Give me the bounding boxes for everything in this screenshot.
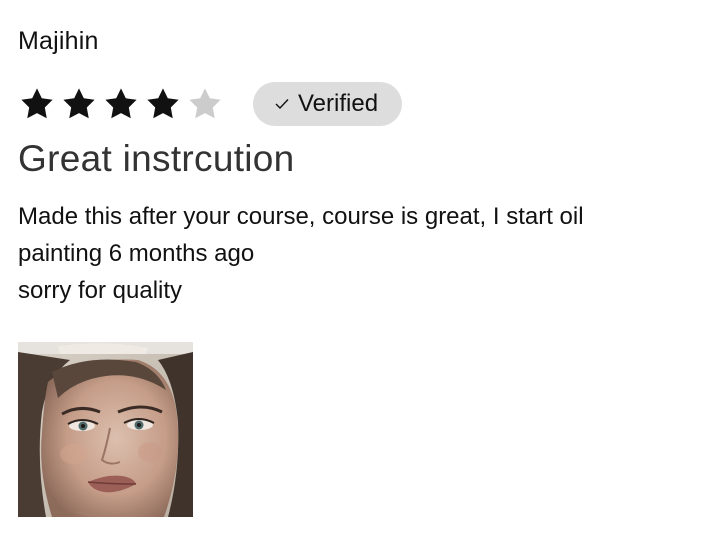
review-body-line: painting 6 months ago (18, 240, 255, 267)
review-photo-thumbnail[interactable] (18, 342, 193, 517)
check-icon (275, 99, 289, 110)
review-body-line: Made this after your course, course is g… (18, 203, 584, 230)
star-rating (18, 86, 224, 122)
star-icon (60, 86, 98, 122)
verified-badge: Verified (253, 82, 403, 126)
review-body-line: sorry for quality (18, 277, 183, 304)
reviewer-name: Majihin (18, 27, 99, 55)
verified-label: Verified (298, 90, 379, 117)
star-icon (18, 86, 56, 122)
star-icon (144, 86, 182, 122)
star-icon (102, 86, 140, 122)
portrait-painting-image (18, 342, 193, 517)
review-title: Great instrcution (18, 138, 295, 179)
review-body: Made this after your course, course is g… (18, 198, 698, 309)
star-icon (186, 86, 224, 122)
rating-row: Verified (18, 82, 403, 126)
